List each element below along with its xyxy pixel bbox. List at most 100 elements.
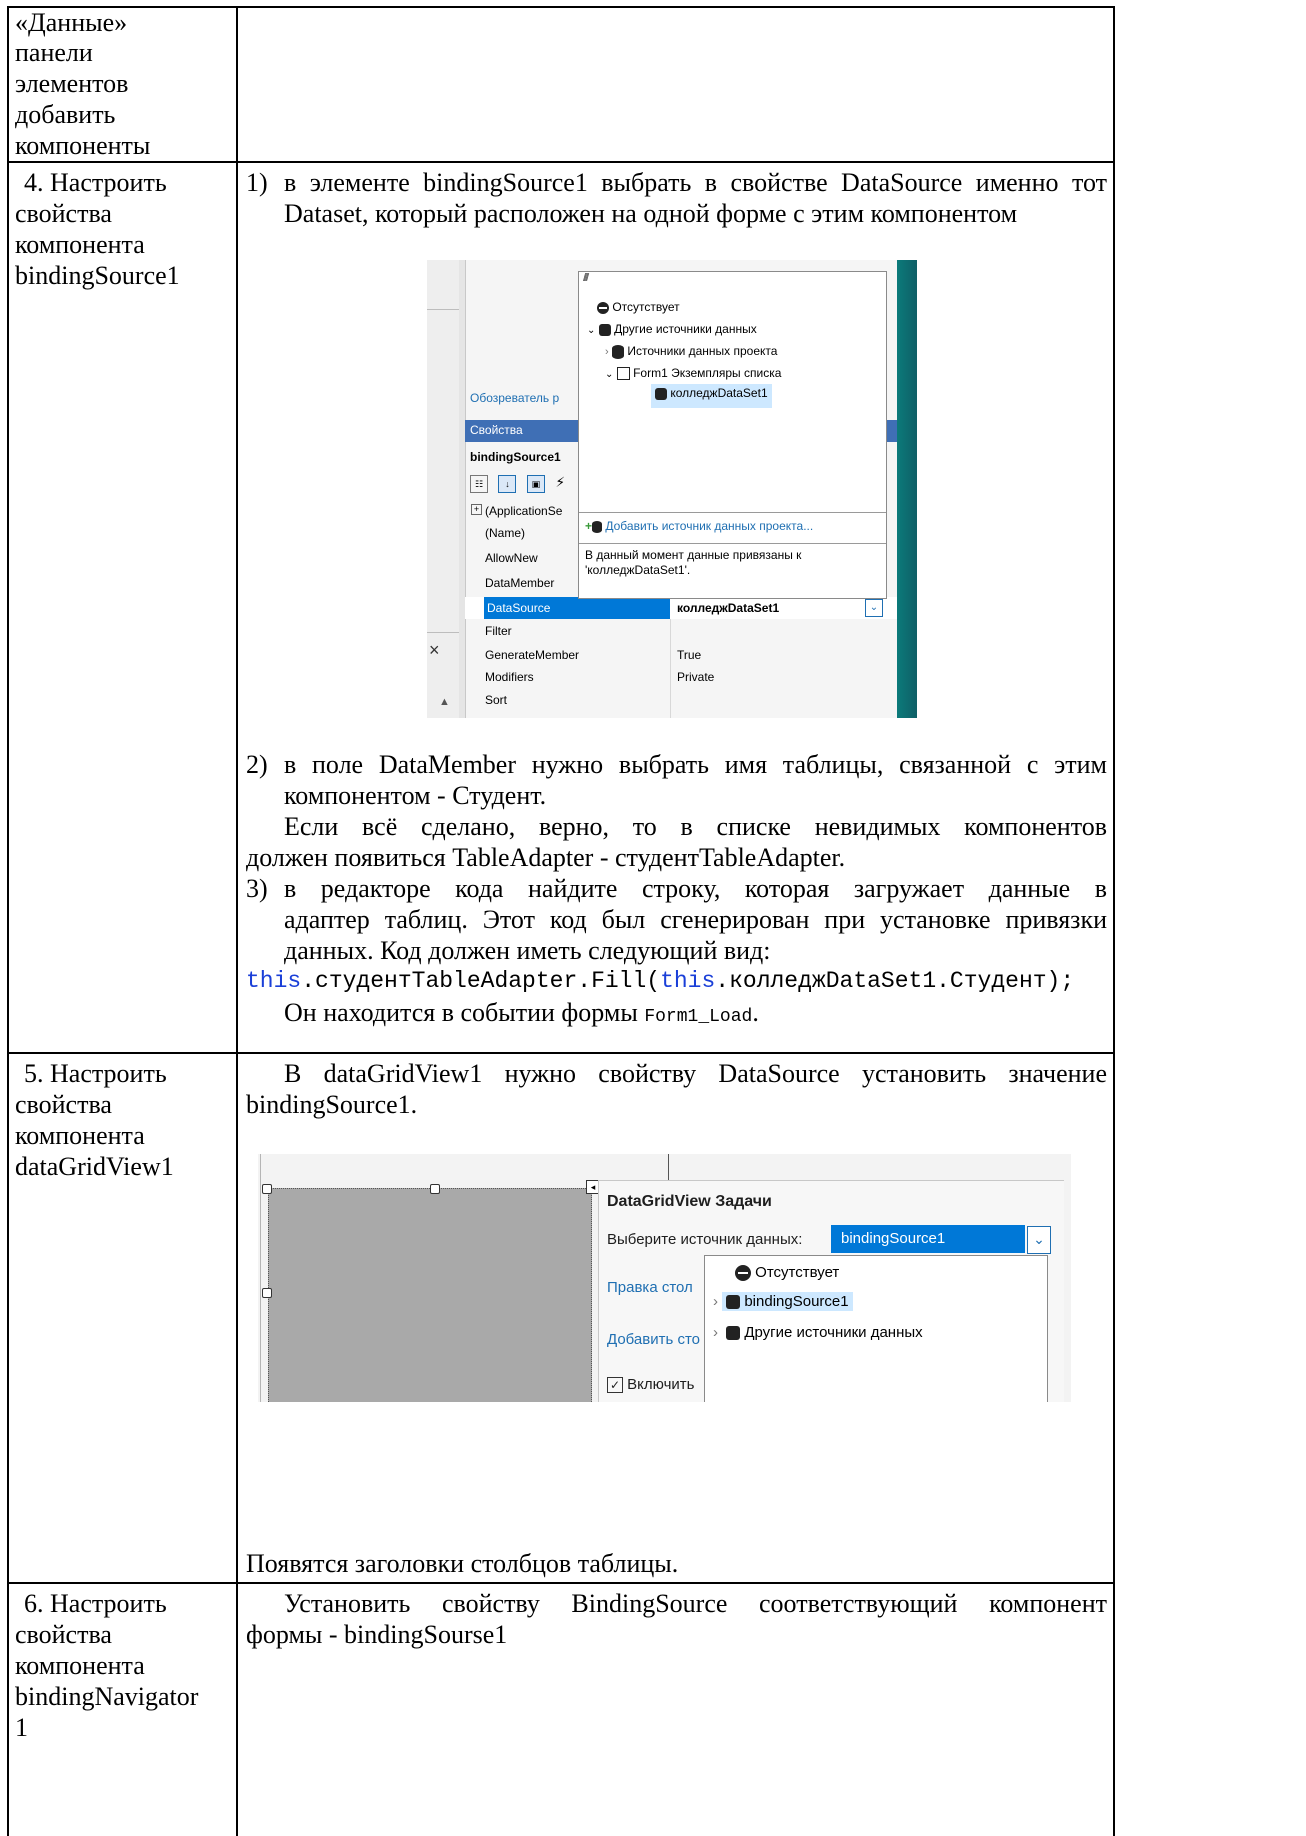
item-label: колледжDataSet1	[670, 386, 768, 400]
paragraph-line: Dataset, который расположен на одной фор…	[284, 199, 1018, 228]
item-label: Другие источники данных	[614, 322, 757, 336]
dropdown-item[interactable]: Отсутствует	[597, 300, 680, 314]
resize-handle[interactable]	[262, 1184, 272, 1194]
tasks-panel: DataGridView Задачи Выберите источник да…	[598, 1180, 1064, 1402]
item-label: Отсутствует	[755, 1264, 840, 1281]
property-row[interactable]: Sort	[485, 693, 507, 707]
property-name: (Name)	[485, 526, 526, 540]
property-value: колледжDataSet1	[677, 601, 780, 615]
datagridview-screenshot: ◂ DataGridView Задачи Выберите источник …	[258, 1154, 1071, 1402]
property-name: Sort	[485, 693, 508, 707]
property-name: GenerateMember	[485, 648, 580, 662]
sort-alpha-icon[interactable]: ↓	[498, 475, 517, 493]
text-span: .	[752, 998, 759, 1027]
chevron-right-icon[interactable]: ›	[605, 346, 609, 358]
property-row[interactable]: GenerateMember True	[485, 648, 885, 662]
add-data-source-link[interactable]: + Добавить источник данных проекта...	[585, 519, 813, 533]
list-number: 3)	[246, 874, 268, 903]
edit-columns-link[interactable]: Правка стол	[607, 1279, 693, 1296]
hint-line: В данный момент данные привязаны к	[585, 548, 802, 562]
dropdown-item-selected[interactable]: › bindingSource1	[713, 1292, 873, 1316]
property-name: (ApplicationSe	[485, 504, 563, 518]
properties-icon[interactable]: ▣	[526, 475, 545, 493]
list-number: 2)	[246, 750, 268, 779]
choose-source-label: Выберите источник данных:	[607, 1231, 803, 1248]
item-label: Form1 Экземпляры списка	[633, 366, 782, 380]
code-keyword: this	[660, 968, 716, 994]
enable-checkbox[interactable]: ✓ Включить	[607, 1376, 694, 1394]
property-name: DataMember	[485, 576, 555, 590]
property-name: Modifiers	[485, 670, 534, 684]
property-name: AllowNew	[485, 551, 538, 565]
property-value: True	[677, 648, 702, 662]
dropdown-item[interactable]: ⌄ Другие источники данных	[587, 322, 757, 336]
properties-title: Свойства	[470, 423, 523, 437]
resize-handle[interactable]	[430, 1184, 440, 1194]
dataset-icon	[726, 1326, 741, 1341]
datagrid-preview[interactable]	[268, 1188, 592, 1402]
property-row[interactable]: Filter	[485, 624, 512, 638]
tasks-title: DataGridView Задачи	[607, 1193, 772, 1210]
grip-icon: ////	[583, 272, 589, 284]
property-name: DataSource	[487, 601, 551, 615]
chevron-right-icon[interactable]: ›	[713, 1324, 718, 1341]
chevron-down-icon[interactable]: ⌄	[605, 369, 613, 380]
resize-handle[interactable]	[262, 1288, 272, 1298]
chevron-down-icon[interactable]: ⌄	[865, 599, 883, 617]
add-database-icon: +	[585, 519, 593, 533]
dropdown-item-selected[interactable]: колледжDataSet1	[651, 384, 772, 408]
datasource-dropdown: //// Отсутствует ⌄ Другие источники данн…	[578, 271, 887, 599]
dropdown-item[interactable]: Отсутствует	[735, 1264, 840, 1282]
row-divider-1	[7, 161, 1115, 163]
paragraph-line: bindingSource1.	[246, 1090, 418, 1119]
binding-hint: В данный момент данные привязаны к 'колл…	[585, 548, 801, 578]
dropdown-item[interactable]: ⌄ Form1 Экземпляры списка	[605, 366, 782, 381]
paragraph-line: формы - bindingSourse1	[246, 1620, 508, 1649]
form-icon	[616, 367, 630, 381]
cell-text-line: 1	[15, 1713, 28, 1742]
hint-line: 'колледжDataSet1'.	[585, 563, 691, 577]
database-icon	[612, 344, 625, 359]
property-row[interactable]: Modifiers Private	[485, 670, 885, 684]
list-number: 1)	[246, 168, 268, 197]
property-row[interactable]: AllowNew	[485, 551, 538, 565]
none-icon	[597, 301, 609, 314]
add-column-link[interactable]: Добавить сто	[607, 1331, 700, 1348]
scroll-up-icon[interactable]: ▲	[439, 696, 450, 708]
dataset-icon	[655, 387, 667, 400]
table-border-right	[1113, 6, 1115, 1836]
none-icon	[735, 1265, 751, 1282]
checkbox-checked-icon[interactable]: ✓	[607, 1377, 623, 1394]
chevron-right-icon[interactable]: ›	[713, 1293, 718, 1310]
cell-text-line: bindingNavigator	[15, 1682, 199, 1711]
dropdown-item[interactable]: › Источники данных проекта	[605, 344, 777, 359]
dropdown-item[interactable]: › Другие источники данных	[713, 1324, 923, 1341]
property-row-datasource[interactable]: DataSource колледжDataSet1 ⌄	[465, 597, 897, 619]
cell-text-line: bindingSource1	[15, 261, 180, 290]
teal-edge	[897, 260, 917, 718]
item-label: Источники данных проекта	[627, 344, 778, 358]
item-label: bindingSource1	[744, 1293, 849, 1310]
expand-icon[interactable]: +	[471, 504, 482, 515]
source-dropdown: Отсутствует › bindingSource1 › Другие ис…	[704, 1255, 1048, 1402]
properties-toolbar: ☷ ↓ ▣ ⚡	[470, 474, 565, 496]
close-icon[interactable]: ×	[429, 640, 440, 661]
solution-explorer-tab[interactable]: Обозреватель р	[470, 391, 559, 405]
properties-screenshot: × ▲ Обозреватель р Свойства bindingSourc…	[427, 260, 917, 718]
property-value: Private	[677, 670, 715, 684]
code-text: .колледжDataSet1.Студент);	[715, 968, 1075, 994]
code-keyword: this	[246, 968, 302, 994]
cell-text-line: dataGridView1	[15, 1152, 174, 1181]
property-row[interactable]: DataMember	[485, 576, 554, 590]
events-icon[interactable]: ⚡	[555, 474, 565, 491]
paragraph-line: Он находится в событии формы Form1_Load.	[284, 994, 759, 1036]
text-span: Он находится в событии формы	[284, 998, 645, 1027]
chevron-down-icon[interactable]: ⌄	[1027, 1226, 1051, 1254]
property-row[interactable]: (Name)	[485, 526, 525, 540]
select-value: bindingSource1	[841, 1230, 946, 1247]
chevron-down-icon[interactable]: ⌄	[587, 325, 595, 336]
row-divider-3	[7, 1582, 1115, 1584]
item-label: Другие источники данных	[744, 1324, 923, 1341]
item-label: Отсутствует	[612, 300, 680, 314]
categorized-icon[interactable]: ☷	[470, 475, 488, 493]
